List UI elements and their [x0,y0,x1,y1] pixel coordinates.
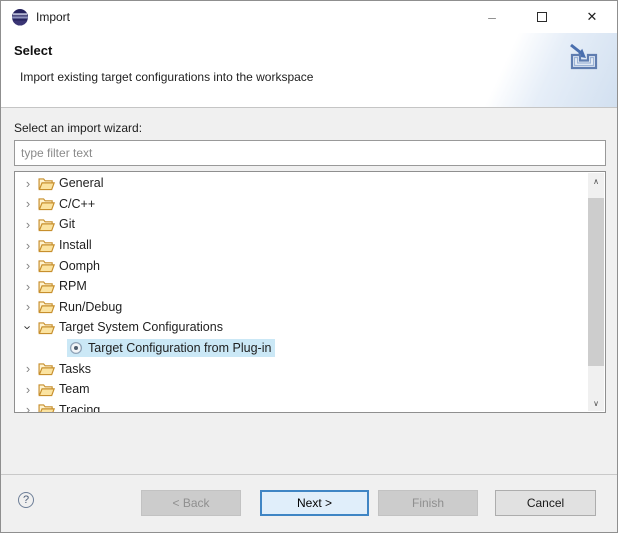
wizard-header: Select Import existing target configurat… [1,33,617,108]
tree-item-label: RPM [59,279,87,293]
tree-item-label: Run/Debug [59,300,122,314]
chevron-right-icon[interactable] [21,403,35,412]
folder-icon [38,320,55,335]
eclipse-logo-icon [11,8,29,26]
import-wizard-dialog: Import – ✕ Select Import existing target… [0,0,618,533]
chevron-right-icon[interactable] [21,280,35,293]
tree-item-label: Git [59,217,75,231]
chevron-down-icon[interactable] [21,321,35,334]
page-description: Import existing target configurations in… [20,70,313,84]
chevron-right-icon[interactable] [21,259,35,272]
tree-item-label: Oomph [59,259,100,273]
tree-item-general[interactable]: General [15,173,588,194]
tree-item-oomph[interactable]: Oomph [15,255,588,276]
tree-item-tracing[interactable]: Tracing [15,400,588,412]
folder-icon [38,217,55,232]
back-button: < Back [141,490,241,516]
chevron-right-icon[interactable] [21,383,35,396]
folder-icon [38,382,55,397]
tree-item-run-debug[interactable]: Run/Debug [15,297,588,318]
help-button[interactable]: ? [18,492,34,508]
close-button[interactable]: ✕ [567,1,617,33]
folder-icon [38,258,55,273]
folder-icon [38,279,55,294]
folder-icon [38,361,55,376]
filter-input[interactable] [14,140,606,166]
folder-icon [38,299,55,314]
maximize-button[interactable] [517,1,567,33]
tree-item-label: Install [59,238,92,252]
next-button[interactable]: Next > [260,490,369,516]
wizard-tree: General C/C++ Git Install Oomph [14,171,606,413]
tree-item-label: Team [59,382,90,396]
tree-item-c-cpp[interactable]: C/C++ [15,194,588,215]
wizard-select-label: Select an import wizard: [14,121,142,135]
scroll-down-icon[interactable]: ∨ [588,395,604,411]
target-configuration-icon [69,341,83,355]
tree-rows: General C/C++ Git Install Oomph [15,173,588,412]
finish-button: Finish [378,490,478,516]
tree-item-label: Tasks [59,362,91,376]
folder-icon [38,196,55,211]
vertical-scrollbar[interactable]: ∧ ∨ [588,173,604,411]
tree-item-team[interactable]: Team [15,379,588,400]
tree-item-tasks[interactable]: Tasks [15,358,588,379]
minimize-button[interactable]: – [467,1,517,33]
chevron-right-icon[interactable] [21,300,35,313]
tree-item-label: General [59,176,103,190]
folder-icon [38,402,55,412]
tree-item-label: Tracing [59,403,100,412]
chevron-right-icon[interactable] [21,362,35,375]
chevron-right-icon[interactable] [21,197,35,210]
scroll-up-icon[interactable]: ∧ [588,173,604,189]
page-title: Select [14,43,52,58]
folder-icon [38,238,55,253]
import-banner-icon [564,40,604,76]
chevron-right-icon[interactable] [21,218,35,231]
tree-item-target-system-configurations[interactable]: Target System Configurations [15,317,588,338]
tree-item-git[interactable]: Git [15,214,588,235]
tree-item-install[interactable]: Install [15,235,588,256]
maximize-icon [537,12,547,22]
cancel-button[interactable]: Cancel [495,490,596,516]
scrollbar-thumb[interactable] [588,198,604,366]
tree-item-label: Target Configuration from Plug-in [88,341,271,355]
chevron-right-icon[interactable] [21,177,35,190]
chevron-right-icon[interactable] [21,239,35,252]
folder-icon [38,176,55,191]
tree-item-target-configuration-from-plug-in[interactable]: Target Configuration from Plug-in [15,338,588,359]
tree-item-label: Target System Configurations [59,320,223,334]
selected-item-highlight: Target Configuration from Plug-in [67,339,275,357]
title-bar: Import – ✕ [1,1,617,33]
tree-item-label: C/C++ [59,197,95,211]
footer-divider [1,474,617,475]
tree-item-rpm[interactable]: RPM [15,276,588,297]
window-title: Import [36,10,70,24]
